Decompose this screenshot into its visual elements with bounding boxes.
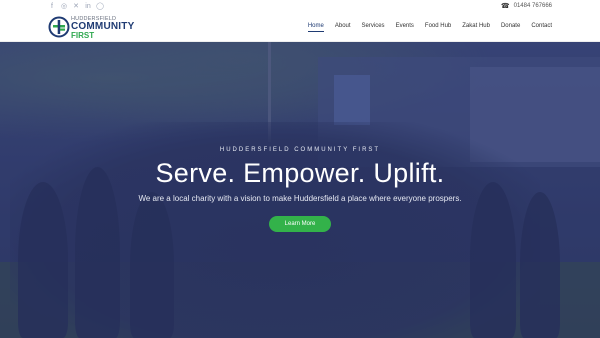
nav-zakat-hub[interactable]: Zakat Hub <box>462 23 490 29</box>
phone-number: 01484 767666 <box>513 3 552 9</box>
main-nav: Home About Services Events Food Hub Zaka… <box>307 23 552 32</box>
social-links: f ◎ ✕ in ◯ <box>48 3 104 11</box>
hero-overlay <box>0 42 600 338</box>
nav-contact[interactable]: Contact <box>531 23 552 29</box>
instagram-icon[interactable]: ◎ <box>60 3 68 11</box>
linkedin-icon[interactable]: in <box>84 3 92 11</box>
hero-subtitle: We are a local charity with a vision to … <box>138 194 462 203</box>
phone-contact[interactable]: ☎ 01484 767666 <box>501 2 552 10</box>
nav-services[interactable]: Services <box>362 23 385 29</box>
nav-about[interactable]: About <box>335 23 351 29</box>
hero-eyebrow: HUDDERSFIELD COMMUNITY FIRST <box>219 147 381 153</box>
phone-icon: ☎ <box>500 3 510 10</box>
nav-events[interactable]: Events <box>396 23 414 29</box>
site-header: HUDDERSFIELD COMMUNITY FIRST Home About … <box>0 14 600 42</box>
logo-text-first: FIRST <box>71 31 95 40</box>
site-logo[interactable]: HUDDERSFIELD COMMUNITY FIRST <box>48 15 138 41</box>
x-icon[interactable]: ✕ <box>72 3 80 11</box>
hero-section: HUDDERSFIELD COMMUNITY FIRST Serve. Empo… <box>0 42 600 338</box>
logo-mark-icon <box>48 16 70 38</box>
nav-food-hub[interactable]: Food Hub <box>425 23 451 29</box>
nav-home[interactable]: Home <box>307 23 324 32</box>
learn-more-button[interactable]: Learn More <box>269 216 331 232</box>
facebook-icon[interactable]: f <box>48 3 56 11</box>
whatsapp-icon[interactable]: ◯ <box>96 3 104 11</box>
nav-donate[interactable]: Donate <box>501 23 520 29</box>
hero-headline: Serve. Empower. Uplift. <box>155 158 445 188</box>
top-bar: f ◎ ✕ in ◯ ☎ 01484 767666 <box>0 0 600 14</box>
